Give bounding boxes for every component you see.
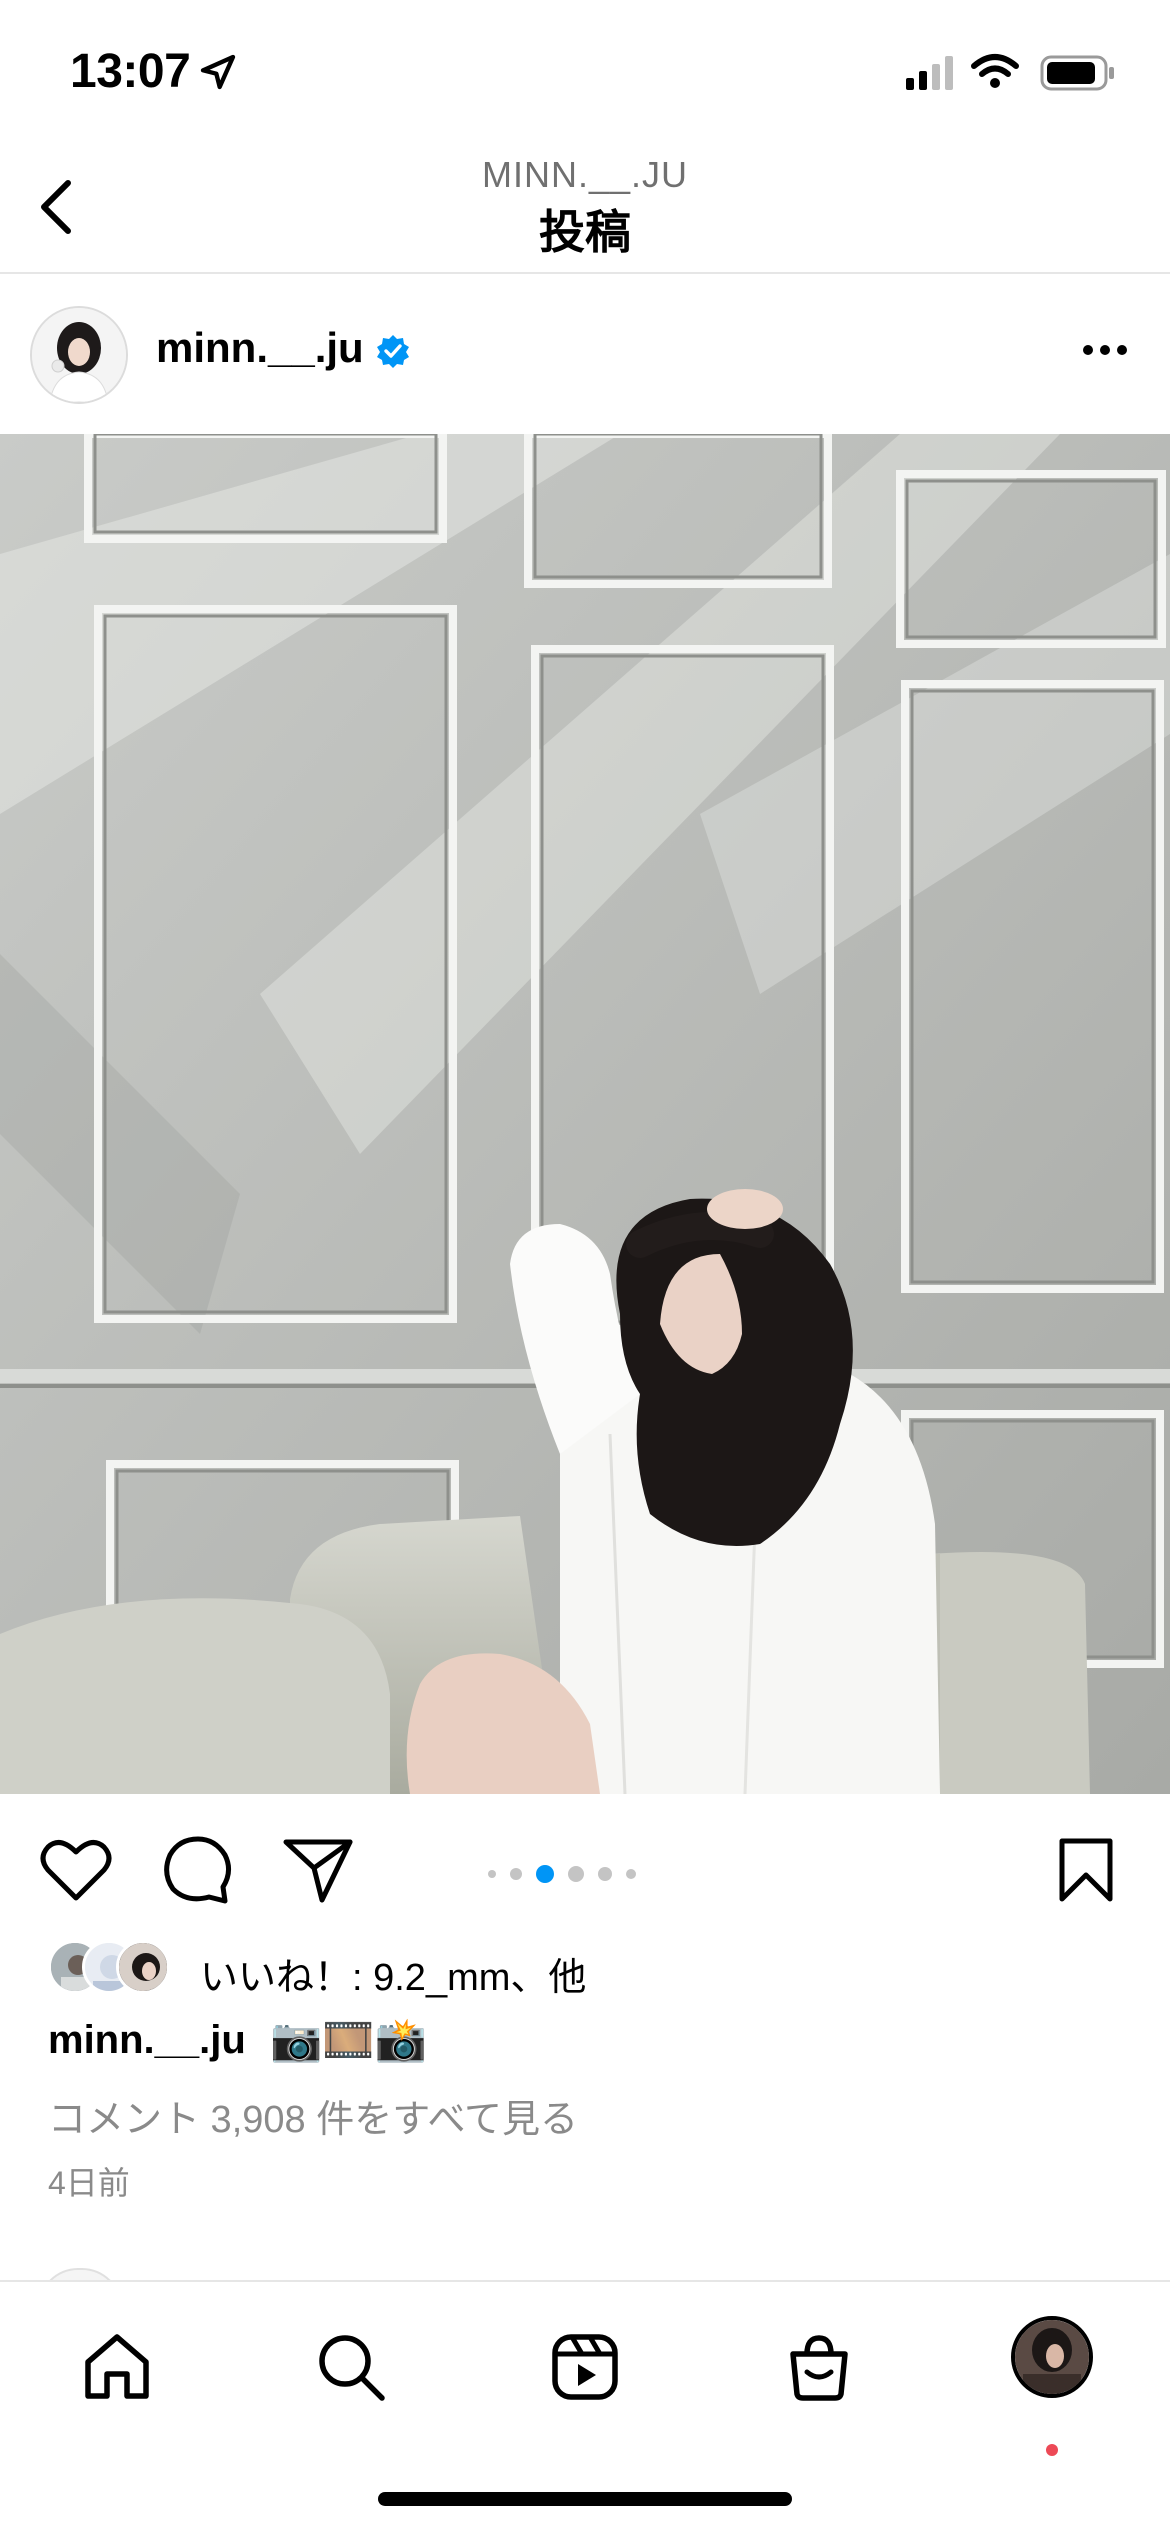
location-arrow-icon (200, 54, 236, 90)
more-options-button[interactable] (1070, 330, 1140, 370)
tab-search[interactable] (306, 2322, 396, 2412)
tab-home[interactable] (72, 2322, 162, 2412)
tab-reels[interactable] (540, 2322, 630, 2412)
carousel-dot (488, 1870, 496, 1878)
avatar[interactable] (30, 306, 128, 404)
send-icon (283, 1839, 353, 1903)
page-title: 投稿 (539, 206, 631, 258)
comment-icon (164, 1836, 231, 1904)
wifi-icon (971, 54, 1019, 88)
shop-icon (790, 2335, 848, 2401)
tab-profile[interactable] (1011, 2316, 1093, 2398)
profile-notification-dot (1046, 2444, 1058, 2456)
account-label: MINN.__.JU (481, 154, 689, 195)
comment-button[interactable] (158, 1830, 238, 1910)
search-icon (319, 2335, 385, 2401)
post-timestamp: 4日前 (48, 2165, 130, 2201)
post-header: minn.__.ju (0, 274, 1170, 434)
home-indicator (378, 2492, 792, 2506)
save-button[interactable] (1046, 1830, 1126, 1910)
carousel-dot (568, 1866, 584, 1882)
status-bar: 13:07 (0, 0, 1170, 150)
likes-row[interactable]: いいね！: 9.2_mm、他 (48, 1940, 1148, 2000)
share-button[interactable] (278, 1830, 358, 1910)
battery-icon (1040, 55, 1114, 91)
carousel-dot-active (536, 1865, 554, 1883)
post-actions (0, 1794, 1170, 1934)
likes-text: いいね！: 9.2_mm、他 (200, 1957, 587, 1999)
carousel-dot (598, 1867, 612, 1881)
more-horizontal-icon (1083, 345, 1127, 355)
post-photo[interactable] (0, 434, 1170, 1794)
reels-icon (552, 2334, 618, 2400)
like-button[interactable] (36, 1830, 116, 1910)
caption-username[interactable]: minn.__.ju (48, 2018, 246, 2063)
view-comments-link[interactable]: コメント 3,908 件をすべて見る (48, 2088, 578, 2143)
tab-shop[interactable] (774, 2322, 864, 2412)
carousel-dot (510, 1868, 522, 1880)
heart-icon (40, 1840, 112, 1901)
carousel-indicator (488, 1864, 636, 1884)
status-time: 13:07 (70, 45, 191, 98)
username[interactable]: minn.__.ju (156, 324, 364, 372)
caption-text: 📷🎞️📸 (270, 2016, 427, 2063)
bookmark-icon (1059, 1838, 1113, 1902)
liker-avatar (116, 1940, 170, 1994)
nav-header: MINN.__.JU 投稿 (0, 150, 1170, 274)
home-icon (85, 2334, 149, 2399)
carousel-dot (626, 1869, 636, 1879)
profile-avatar (1015, 2320, 1089, 2394)
cell-signal-icon (906, 56, 953, 90)
verified-badge-icon (377, 335, 409, 368)
